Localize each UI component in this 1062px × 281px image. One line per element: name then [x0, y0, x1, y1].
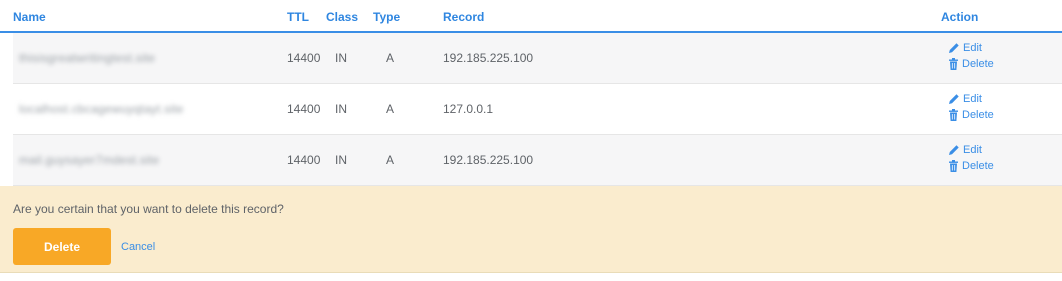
trash-icon	[949, 160, 958, 172]
delete-label: Delete	[962, 160, 994, 172]
delete-link[interactable]: Delete	[948, 160, 994, 172]
pencil-icon	[949, 145, 959, 155]
table-row: mail.guysayer7mdest.site 14400 IN A 192.…	[13, 135, 1062, 186]
record-name: localhost.cbcagewuyqtayt.site	[19, 102, 184, 116]
header-class: Class	[326, 10, 359, 24]
header-action: Action	[941, 10, 979, 24]
table-row: localhost.cbcagewuyqtayt.site 14400 IN A…	[13, 84, 1062, 135]
header-record: Record	[443, 10, 485, 24]
record-ttl: 14400	[287, 51, 321, 65]
edit-label: Edit	[963, 93, 982, 105]
record-name: mail.guysayer7mdest.site	[19, 153, 160, 167]
confirm-message: Are you certain that you want to delete …	[13, 202, 284, 216]
record-ttl: 14400	[287, 102, 321, 116]
record-class: IN	[335, 51, 347, 65]
edit-label: Edit	[963, 144, 982, 156]
record-type: A	[386, 153, 395, 167]
delete-label: Delete	[962, 58, 994, 70]
record-value: 127.0.0.1	[443, 102, 494, 116]
confirm-delete-button[interactable]: Delete	[13, 228, 111, 265]
trash-icon	[949, 109, 958, 121]
edit-link[interactable]: Edit	[948, 144, 982, 156]
record-value: 192.185.225.100	[443, 51, 534, 65]
header-type: Type	[373, 10, 401, 24]
record-type: A	[386, 102, 395, 116]
record-ttl: 14400	[287, 153, 321, 167]
header-name: Name	[13, 10, 46, 24]
delete-label: Delete	[962, 109, 994, 121]
record-class: IN	[335, 153, 347, 167]
pencil-icon	[949, 94, 959, 104]
record-value: 192.185.225.100	[443, 153, 534, 167]
table-header: Name TTL Class Type Record Action	[0, 0, 1062, 33]
edit-link[interactable]: Edit	[948, 93, 982, 105]
edit-label: Edit	[963, 42, 982, 54]
edit-link[interactable]: Edit	[948, 42, 982, 54]
pencil-icon	[949, 43, 959, 53]
header-ttl: TTL	[287, 10, 309, 24]
record-name: thisisgreatwritingtest.site	[19, 51, 156, 65]
table-row: thisisgreatwritingtest.site 14400 IN A 1…	[13, 33, 1062, 84]
delete-link[interactable]: Delete	[948, 109, 994, 121]
delete-link[interactable]: Delete	[948, 58, 994, 70]
record-type: A	[386, 51, 395, 65]
delete-confirmation-panel: Are you certain that you want to delete …	[0, 186, 1062, 273]
cancel-link[interactable]: Cancel	[121, 241, 155, 253]
trash-icon	[949, 58, 958, 70]
record-class: IN	[335, 102, 347, 116]
